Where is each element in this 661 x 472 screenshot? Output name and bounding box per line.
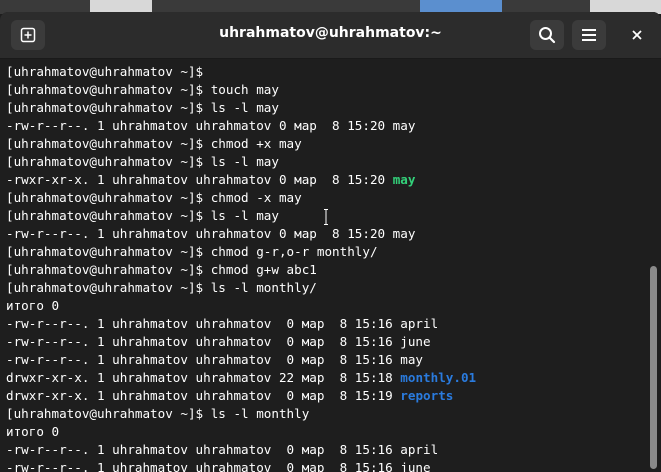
title-bar: uhrahmatov@uhrahmatov:~ xyxy=(0,12,661,59)
terminal-line: [uhrahmatov@uhrahmatov ~]$ ls -l monthly xyxy=(6,405,309,423)
terminal-line: [uhrahmatov@uhrahmatov ~]$ ls -l monthly… xyxy=(6,279,317,297)
terminal-line: [uhrahmatov@uhrahmatov ~]$ chmod +x may xyxy=(6,135,302,153)
terminal-line: итого 0 xyxy=(6,297,59,315)
text-cursor-icon xyxy=(324,209,328,225)
terminal-line: [uhrahmatov@uhrahmatov ~]$ ls -l may xyxy=(6,153,279,171)
terminal-text: итого 0 xyxy=(6,298,60,313)
terminal-line: -rw-r--r--. 1 uhrahmatov uhrahmatov 0 ма… xyxy=(6,225,415,243)
terminal-text: [uhrahmatov@uhrahmatov ~]$ ls -l monthly xyxy=(6,406,310,421)
close-icon xyxy=(632,30,642,40)
terminal-line: итого 0 xyxy=(6,423,59,441)
terminal-line: [uhrahmatov@uhrahmatov ~]$ chmod -x may xyxy=(6,189,302,207)
terminal-text: [uhrahmatov@uhrahmatov ~]$ xyxy=(6,64,204,79)
search-button[interactable] xyxy=(530,20,564,50)
colored-filename: may xyxy=(392,172,416,187)
terminal-line: -rwxr-xr-x. 1 uhrahmatov uhrahmatov 0 ма… xyxy=(6,171,415,189)
terminal-window: uhrahmatov@uhrahmatov:~ [uhrahmatov@uhra… xyxy=(0,12,661,472)
terminal-line: drwxr-xr-x. 1 uhrahmatov uhrahmatov 0 ма… xyxy=(6,387,453,405)
terminal-line: [uhrahmatov@uhrahmatov ~]$ chmod g+w abc… xyxy=(6,261,317,279)
terminal-text: drwxr-xr-x. 1 uhrahmatov uhrahmatov 0 ма… xyxy=(6,388,401,403)
colored-filename: reports xyxy=(400,388,454,403)
search-icon xyxy=(539,27,556,44)
terminal-line: -rw-r--r--. 1 uhrahmatov uhrahmatov 0 ма… xyxy=(6,333,431,351)
terminal-text: итого 0 xyxy=(6,424,60,439)
terminal-text: -rwxr-xr-x. 1 uhrahmatov uhrahmatov 0 ма… xyxy=(6,172,393,187)
hamburger-menu-icon xyxy=(582,29,596,41)
terminal-text: [uhrahmatov@uhrahmatov ~]$ chmod g+w abc… xyxy=(6,262,317,277)
terminal-output[interactable]: [uhrahmatov@uhrahmatov ~]$ [uhrahmatov@uh… xyxy=(0,59,648,472)
terminal-text: [uhrahmatov@uhrahmatov ~]$ chmod g-r,o-r… xyxy=(6,244,378,259)
terminal-line: [uhrahmatov@uhrahmatov ~]$ ls -l may xyxy=(6,207,279,225)
terminal-line: [uhrahmatov@uhrahmatov ~]$ ls -l may xyxy=(6,99,279,117)
terminal-line: -rw-r--r--. 1 uhrahmatov uhrahmatov 0 ма… xyxy=(6,441,438,459)
terminal-line: [uhrahmatov@uhrahmatov ~]$ xyxy=(6,63,203,81)
terminal-line: -rw-r--r--. 1 uhrahmatov uhrahmatov 0 ма… xyxy=(6,117,415,135)
terminal-line: -rw-r--r--. 1 uhrahmatov uhrahmatov 0 ма… xyxy=(6,459,431,472)
terminal-text: [uhrahmatov@uhrahmatov ~]$ chmod +x may xyxy=(6,136,302,151)
terminal-text: [uhrahmatov@uhrahmatov ~]$ ls -l may xyxy=(6,208,279,223)
terminal-text: drwxr-xr-x. 1 uhrahmatov uhrahmatov 22 м… xyxy=(6,370,401,385)
terminal-text: [uhrahmatov@uhrahmatov ~]$ ls -l may xyxy=(6,100,279,115)
terminal-text: [uhrahmatov@uhrahmatov ~]$ ls -l may xyxy=(6,154,279,169)
colored-filename: monthly.01 xyxy=(400,370,477,385)
terminal-line: -rw-r--r--. 1 uhrahmatov uhrahmatov 0 ма… xyxy=(6,351,423,369)
terminal-text: -rw-r--r--. 1 uhrahmatov uhrahmatov 0 ма… xyxy=(6,460,431,472)
menu-button[interactable] xyxy=(572,20,606,50)
scrollbar[interactable] xyxy=(648,59,661,472)
terminal-line: -rw-r--r--. 1 uhrahmatov uhrahmatov 0 ма… xyxy=(6,315,438,333)
terminal-text: -rw-r--r--. 1 uhrahmatov uhrahmatov 0 ма… xyxy=(6,118,416,133)
terminal-text: -rw-r--r--. 1 uhrahmatov uhrahmatov 0 ма… xyxy=(6,442,439,457)
terminal-line: drwxr-xr-x. 1 uhrahmatov uhrahmatov 22 м… xyxy=(6,369,476,387)
scrollbar-thumb[interactable] xyxy=(650,266,657,469)
terminal-text: -rw-r--r--. 1 uhrahmatov uhrahmatov 0 ма… xyxy=(6,334,431,349)
terminal-line: [uhrahmatov@uhrahmatov ~]$ touch may xyxy=(6,81,279,99)
close-button[interactable] xyxy=(620,20,654,50)
terminal-line: [uhrahmatov@uhrahmatov ~]$ chmod g-r,o-r… xyxy=(6,243,378,261)
terminal-text: [uhrahmatov@uhrahmatov ~]$ chmod -x may xyxy=(6,190,302,205)
terminal-text: [uhrahmatov@uhrahmatov ~]$ ls -l monthly… xyxy=(6,280,317,295)
terminal-text: -rw-r--r--. 1 uhrahmatov uhrahmatov 0 ма… xyxy=(6,316,439,331)
terminal-text: -rw-r--r--. 1 uhrahmatov uhrahmatov 0 ма… xyxy=(6,352,424,367)
terminal-text: -rw-r--r--. 1 uhrahmatov uhrahmatov 0 ма… xyxy=(6,226,416,241)
terminal-text: [uhrahmatov@uhrahmatov ~]$ touch may xyxy=(6,82,279,97)
